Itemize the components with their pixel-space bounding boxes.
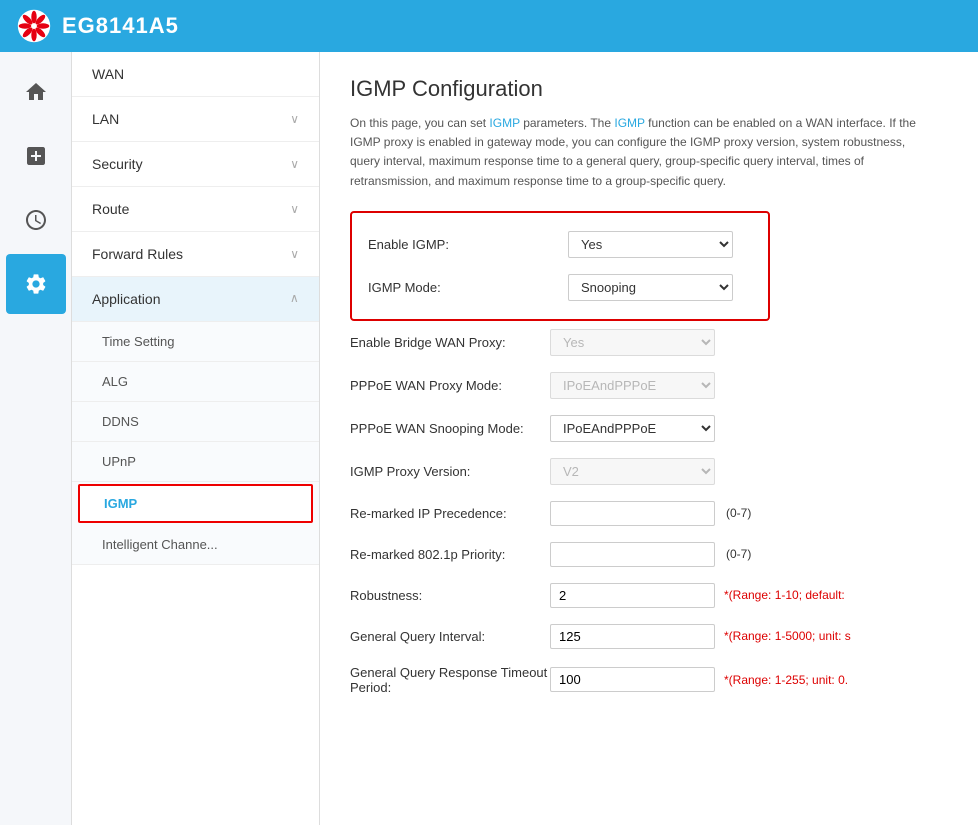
main-layout: WAN LAN ∨ Security ∨ Route ∨ Forward Rul… (0, 52, 978, 825)
sidebar-icon-settings[interactable] (6, 254, 66, 314)
sidebar-item-lan-label: LAN (92, 111, 119, 127)
igmp-proxy-version-select[interactable]: V2 V3 (550, 458, 715, 485)
igmp-proxy-version-row: IGMP Proxy Version: V2 V3 (350, 450, 954, 493)
enable-igmp-label: Enable IGMP: (368, 237, 568, 252)
sidebar-item-wan-label: WAN (92, 66, 124, 82)
app-title: EG8141A5 (62, 13, 179, 39)
sidebar-item-security-label: Security (92, 156, 143, 172)
sidebar-subitem-time-setting-label: Time Setting (102, 334, 175, 349)
chevron-down-icon: ∨ (290, 157, 299, 171)
enable-bridge-wan-proxy-select[interactable]: Yes No (550, 329, 715, 356)
remarked-8021p-priority-control (550, 542, 720, 567)
robustness-control (550, 583, 720, 608)
pppoe-wan-snooping-mode-row: PPPoE WAN Snooping Mode: IPoEAndPPPoE IP… (350, 407, 954, 450)
igmp-mode-label: IGMP Mode: (368, 280, 568, 295)
general-query-response-timeout-control (550, 667, 720, 692)
robustness-label: Robustness: (350, 588, 550, 603)
sidebar-subitem-upnp-label: UPnP (102, 454, 136, 469)
remarked-ip-precedence-hint: (0-7) (726, 506, 751, 520)
sub-nav-application: Time Setting ALG DDNS UPnP IGMP Intellig… (72, 322, 319, 565)
enable-igmp-select[interactable]: Yes No (568, 231, 733, 258)
pppoe-wan-proxy-mode-row: PPPoE WAN Proxy Mode: IPoEAndPPPoE IPoE … (350, 364, 954, 407)
chevron-down-icon: ∨ (290, 247, 299, 261)
sidebar-item-forward-rules[interactable]: Forward Rules ∨ (72, 232, 319, 277)
remarked-ip-precedence-control (550, 501, 720, 526)
sidebar-subitem-upnp[interactable]: UPnP (72, 442, 319, 482)
remarked-8021p-priority-label: Re-marked 802.1p Priority: (350, 547, 550, 562)
pppoe-wan-snooping-mode-control: IPoEAndPPPoE IPoE PPPoE (550, 415, 720, 442)
chevron-up-icon: ∨ (290, 292, 299, 306)
enable-bridge-wan-proxy-label: Enable Bridge WAN Proxy: (350, 335, 550, 350)
sidebar-subitem-ddns[interactable]: DDNS (72, 402, 319, 442)
remarked-8021p-priority-input[interactable] (550, 542, 715, 567)
sidebar-item-lan[interactable]: LAN ∨ (72, 97, 319, 142)
sidebar-subitem-time-setting[interactable]: Time Setting (72, 322, 319, 362)
igmp-proxy-version-label: IGMP Proxy Version: (350, 464, 550, 479)
general-query-response-timeout-input[interactable] (550, 667, 715, 692)
remarked-8021p-priority-hint: (0-7) (726, 547, 751, 561)
other-form-rows: Enable Bridge WAN Proxy: Yes No PPPoE WA… (350, 321, 954, 703)
app-header: EG8141A5 (0, 0, 978, 52)
remarked-ip-precedence-input[interactable] (550, 501, 715, 526)
igmp-mode-control: Snooping Proxy (568, 274, 738, 301)
sidebar-icon-home[interactable] (6, 62, 66, 122)
pppoe-wan-proxy-mode-select[interactable]: IPoEAndPPPoE IPoE PPPoE (550, 372, 715, 399)
pppoe-wan-proxy-mode-control: IPoEAndPPPoE IPoE PPPoE (550, 372, 720, 399)
enable-igmp-control: Yes No (568, 231, 738, 258)
sidebar-icon-status[interactable] (6, 126, 66, 186)
general-query-interval-control (550, 624, 720, 649)
remarked-ip-precedence-label: Re-marked IP Precedence: (350, 506, 550, 521)
pppoe-wan-snooping-mode-select[interactable]: IPoEAndPPPoE IPoE PPPoE (550, 415, 715, 442)
chevron-down-icon: ∨ (290, 112, 299, 126)
general-query-response-timeout-label: General Query Response Timeout Period: (350, 665, 550, 695)
general-query-response-timeout-row: General Query Response Timeout Period: *… (350, 657, 954, 703)
robustness-input[interactable] (550, 583, 715, 608)
robustness-hint: *(Range: 1-10; default: (724, 588, 845, 602)
sidebar-item-application[interactable]: Application ∨ (72, 277, 319, 322)
chevron-down-icon: ∨ (290, 202, 299, 216)
igmp-mode-select[interactable]: Snooping Proxy (568, 274, 733, 301)
sidebar-subitem-alg-label: ALG (102, 374, 128, 389)
enable-igmp-row: Enable IGMP: Yes No (368, 223, 752, 266)
sidebar-item-application-label: Application (92, 291, 161, 307)
general-query-interval-input[interactable] (550, 624, 715, 649)
sidebar-item-route[interactable]: Route ∨ (72, 187, 319, 232)
enable-bridge-wan-proxy-row: Enable Bridge WAN Proxy: Yes No (350, 321, 954, 364)
sidebar-item-forward-rules-label: Forward Rules (92, 246, 183, 262)
pppoe-wan-proxy-mode-label: PPPoE WAN Proxy Mode: (350, 378, 550, 393)
igmp-highlight-2: IGMP (614, 116, 644, 130)
content-area: IGMP Configuration On this page, you can… (320, 52, 978, 825)
sidebar-subitem-intelligent-channel-label: Intelligent Channe... (102, 537, 218, 552)
sidebar-subitem-alg[interactable]: ALG (72, 362, 319, 402)
sidebar-item-security[interactable]: Security ∨ (72, 142, 319, 187)
igmp-mode-row: IGMP Mode: Snooping Proxy (368, 266, 752, 309)
huawei-logo-icon (16, 8, 52, 44)
sidebar-subitem-igmp[interactable]: IGMP (78, 484, 313, 523)
enable-bridge-wan-proxy-control: Yes No (550, 329, 720, 356)
sidebar-item-route-label: Route (92, 201, 129, 217)
sidebar-icon-clock[interactable] (6, 190, 66, 250)
robustness-row: Robustness: *(Range: 1-10; default: (350, 575, 954, 616)
remarked-8021p-priority-row: Re-marked 802.1p Priority: (0-7) (350, 534, 954, 575)
sidebar-subitem-igmp-label: IGMP (104, 496, 137, 511)
pppoe-wan-snooping-mode-label: PPPoE WAN Snooping Mode: (350, 421, 550, 436)
general-query-interval-row: General Query Interval: *(Range: 1-5000;… (350, 616, 954, 657)
general-query-interval-label: General Query Interval: (350, 629, 550, 644)
general-query-response-timeout-hint: *(Range: 1-255; unit: 0. (724, 673, 848, 687)
sidebar-nav: WAN LAN ∨ Security ∨ Route ∨ Forward Rul… (72, 52, 320, 825)
page-description: On this page, you can set IGMP parameter… (350, 114, 930, 191)
general-query-interval-hint: *(Range: 1-5000; unit: s (724, 629, 851, 643)
sidebar-icons (0, 52, 72, 825)
page-title: IGMP Configuration (350, 76, 954, 102)
igmp-highlighted-section: Enable IGMP: Yes No IGMP Mode: Snooping … (350, 211, 770, 321)
igmp-highlight-1: IGMP (489, 116, 519, 130)
remarked-ip-precedence-row: Re-marked IP Precedence: (0-7) (350, 493, 954, 534)
sidebar-subitem-ddns-label: DDNS (102, 414, 139, 429)
igmp-proxy-version-control: V2 V3 (550, 458, 720, 485)
sidebar-subitem-intelligent-channel[interactable]: Intelligent Channe... (72, 525, 319, 565)
sidebar-item-wan[interactable]: WAN (72, 52, 319, 97)
